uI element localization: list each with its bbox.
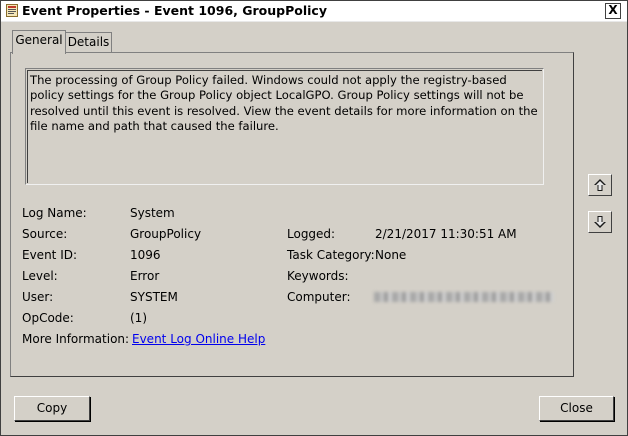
event-id-value: 1096 <box>130 248 161 262</box>
event-viewer-icon <box>6 4 18 17</box>
close-icon[interactable]: X <box>605 3 621 19</box>
opcode-label: OpCode: <box>22 311 74 325</box>
task-category-value: None <box>375 248 407 262</box>
source-label: Source: <box>22 227 68 241</box>
event-id-label: Event ID: <box>22 248 78 262</box>
source-value: GroupPolicy <box>130 227 202 241</box>
event-properties-window: Event Properties - Event 1096, GroupPoli… <box>0 0 628 436</box>
task-category-label: Task Category: <box>287 248 375 262</box>
more-information-label: More Information: <box>22 332 130 346</box>
title-bar[interactable]: Event Properties - Event 1096, GroupPoli… <box>1 1 627 22</box>
arrow-up-icon <box>594 179 606 191</box>
next-event-button[interactable] <box>588 211 612 233</box>
event-description-text: The processing of Group Policy failed. W… <box>30 73 538 133</box>
user-label: User: <box>22 290 54 304</box>
computer-label: Computer: <box>287 290 351 304</box>
log-name-label: Log Name: <box>22 206 87 220</box>
computer-value-redacted <box>374 292 554 302</box>
event-log-online-help-link[interactable]: Event Log Online Help <box>132 332 265 346</box>
user-value: SYSTEM <box>130 290 178 304</box>
level-value: Error <box>130 269 160 283</box>
logged-label: Logged: <box>287 227 336 241</box>
tab-general[interactable]: General <box>12 30 66 54</box>
log-name-value: System <box>130 206 175 220</box>
copy-button[interactable]: Copy <box>14 396 90 421</box>
keywords-label: Keywords: <box>287 269 349 283</box>
opcode-value: (1) <box>130 311 147 325</box>
previous-event-button[interactable] <box>588 174 612 196</box>
logged-value: 2/21/2017 11:30:51 AM <box>375 227 517 241</box>
window-title: Event Properties - Event 1096, GroupPoli… <box>22 3 327 18</box>
tab-details[interactable]: Details <box>65 32 112 53</box>
close-button[interactable]: Close <box>539 396 614 421</box>
event-description-box[interactable]: The processing of Group Policy failed. W… <box>25 68 544 185</box>
arrow-down-icon <box>594 216 606 228</box>
level-label: Level: <box>22 269 58 283</box>
